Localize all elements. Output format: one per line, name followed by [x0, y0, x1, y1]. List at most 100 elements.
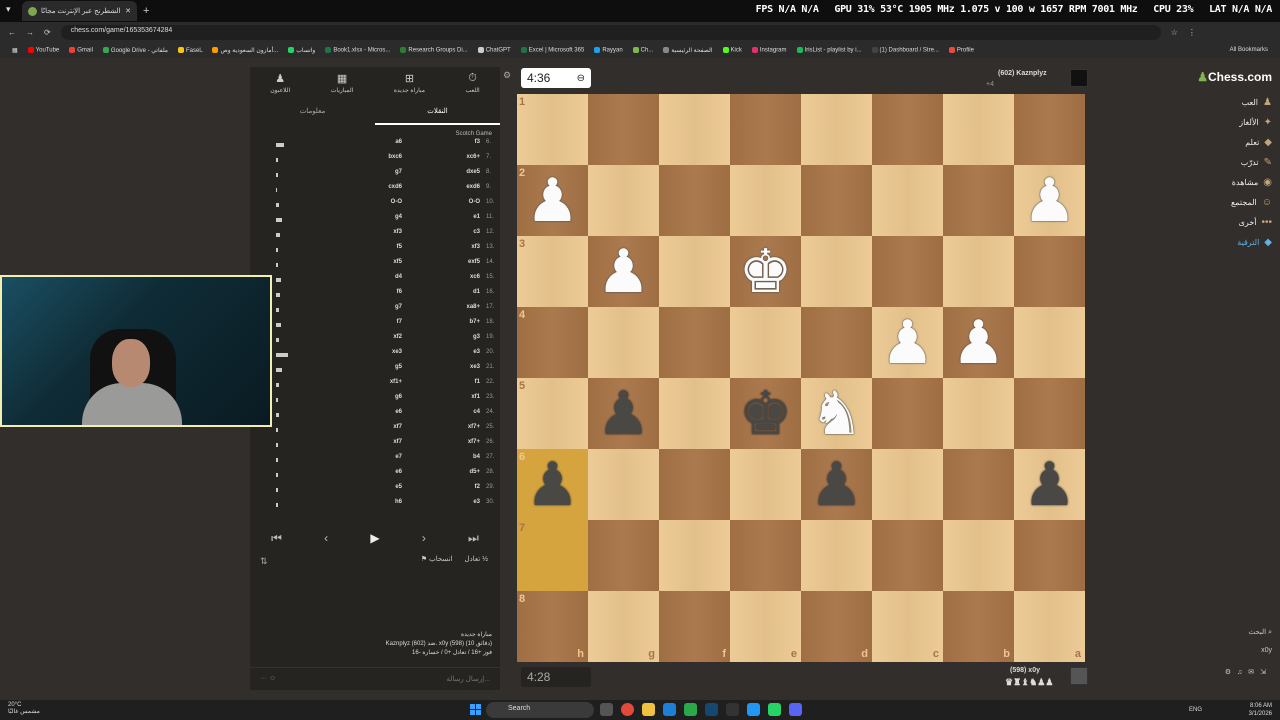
board-square[interactable]: 4 — [517, 307, 588, 378]
board-square[interactable] — [801, 165, 872, 236]
board-square[interactable] — [801, 520, 872, 591]
board-square[interactable]: ♟ — [1014, 449, 1085, 520]
white-move[interactable]: b7+ — [440, 319, 480, 325]
black-move[interactable]: f6 — [362, 289, 402, 295]
board-square[interactable]: ♟ — [943, 307, 1014, 378]
white-pawn-piece[interactable]: ♟ — [526, 171, 580, 231]
black-move[interactable]: e6 — [362, 409, 402, 415]
board-square[interactable] — [943, 94, 1014, 165]
board-square[interactable] — [943, 449, 1014, 520]
bookmark-item[interactable]: الصفحة الرئيسية — [663, 46, 713, 54]
board-square[interactable]: c — [872, 591, 943, 662]
black-king-piece[interactable]: ♚ — [739, 384, 793, 444]
board-square[interactable]: f — [659, 591, 730, 662]
board-square[interactable] — [1014, 520, 1085, 591]
board-square[interactable] — [943, 165, 1014, 236]
black-move[interactable]: e5 — [362, 484, 402, 490]
weather-widget[interactable]: 20°C مشمس غالبًا — [8, 702, 40, 716]
tab-moves[interactable]: النقلات — [375, 99, 500, 125]
board-square[interactable] — [588, 165, 659, 236]
white-move[interactable]: exf5 — [440, 259, 480, 265]
panel-tab-clock[interactable]: ⏱ اللعب — [465, 72, 479, 94]
tab-menu-icon[interactable]: ▾ — [6, 4, 11, 15]
black-pawn-piece[interactable]: ♟ — [597, 384, 651, 444]
star-icon[interactable]: ☆ — [1171, 28, 1178, 37]
black-move[interactable]: g7 — [362, 169, 402, 175]
black-move[interactable]: cxd6 — [362, 184, 402, 190]
board-square[interactable] — [730, 165, 801, 236]
white-pawn-piece[interactable]: ♟ — [952, 313, 1006, 373]
first-move-button[interactable]: ⏮ — [271, 531, 282, 546]
board-square[interactable] — [801, 236, 872, 307]
bookmark-item[interactable]: (1) Dashboard / Stre... — [871, 46, 939, 54]
board-square[interactable]: 3 — [517, 236, 588, 307]
discord-icon[interactable] — [789, 703, 802, 716]
opponent-name[interactable]: Kaznplyz — [1016, 70, 1046, 77]
board-square[interactable]: 7 — [517, 520, 588, 591]
whatsapp-icon[interactable] — [768, 703, 781, 716]
player-avatar[interactable] — [1070, 667, 1088, 685]
taskbar-search[interactable]: Search — [486, 702, 594, 718]
black-move[interactable]: f7 — [362, 319, 402, 325]
white-move[interactable]: xe3 — [440, 364, 480, 370]
white-move[interactable]: e3 — [440, 349, 480, 355]
nav-item[interactable]: مشاهدة ◉ — [1195, 172, 1280, 192]
board-square[interactable] — [588, 94, 659, 165]
board-square[interactable] — [659, 378, 730, 449]
white-move[interactable]: xa8+ — [440, 304, 480, 310]
board-square[interactable]: 2 ♟ — [517, 165, 588, 236]
panel-tab-grid[interactable]: ▦ المباريات — [331, 72, 354, 94]
black-move[interactable]: e6 — [362, 469, 402, 475]
store-icon[interactable] — [663, 703, 676, 716]
bookmark-item[interactable]: Ch... — [632, 46, 653, 54]
new-tab-icon[interactable]: + — [143, 5, 149, 17]
board-square[interactable] — [801, 94, 872, 165]
black-move[interactable]: O-O — [362, 199, 402, 205]
white-move[interactable]: e3 — [440, 499, 480, 505]
black-move[interactable]: g7 — [362, 304, 402, 310]
white-move[interactable]: O-O — [440, 199, 480, 205]
black-move[interactable]: d4 — [362, 274, 402, 280]
board-square[interactable] — [659, 236, 730, 307]
white-pawn-piece[interactable]: ♟ — [597, 242, 651, 302]
black-move[interactable]: xf7 — [362, 439, 402, 445]
bookmark-item[interactable]: Instagram — [751, 46, 787, 54]
black-move[interactable]: a6 — [362, 139, 402, 145]
bookmark-item[interactable]: Book1.xlsx - Micros... — [325, 46, 390, 54]
black-move[interactable]: xf5 — [362, 259, 402, 265]
board-square[interactable] — [943, 236, 1014, 307]
board-square[interactable]: ♟ — [588, 378, 659, 449]
black-move[interactable]: xf2 — [362, 334, 402, 340]
board-square[interactable] — [730, 307, 801, 378]
black-pawn-piece[interactable]: ♟ — [810, 455, 864, 515]
sidebar-utility-icons[interactable]: ⚙♫✉⇲ — [1195, 668, 1272, 676]
xbox-icon[interactable] — [684, 703, 697, 716]
reload-icon[interactable]: ⟳ — [44, 28, 51, 37]
windows-start-icon[interactable] — [470, 704, 481, 715]
extensions-icon[interactable]: ⋮ — [1188, 28, 1196, 37]
board-square[interactable]: 8h — [517, 591, 588, 662]
board-square[interactable] — [943, 520, 1014, 591]
black-move[interactable]: g6 — [362, 394, 402, 400]
board-square[interactable]: a — [1014, 591, 1085, 662]
white-move[interactable]: xc6+ — [440, 154, 480, 160]
board-square[interactable]: ♚ — [730, 378, 801, 449]
board-square[interactable] — [943, 378, 1014, 449]
telegram-icon[interactable] — [747, 703, 760, 716]
nav-item[interactable]: تعلم ◆ — [1195, 132, 1280, 152]
chat-options-icon[interactable]: ··· ☺ — [260, 675, 276, 682]
panel-tab-plus[interactable]: ⊞ مباراة جديدة — [394, 72, 425, 94]
bookmark-item[interactable]: Excel | Microsoft 365 — [520, 46, 584, 54]
board-square[interactable]: b — [943, 591, 1014, 662]
board-square[interactable] — [659, 94, 730, 165]
bookmark-item[interactable]: Gmail — [69, 46, 93, 54]
board-square[interactable] — [872, 165, 943, 236]
board-square[interactable]: ♚ — [730, 236, 801, 307]
browser-tab[interactable]: إلعب الشطرنج عبر الإنترنت مجانًا ✕ — [22, 1, 137, 21]
board-square[interactable]: ♟ — [1014, 165, 1085, 236]
black-move[interactable]: xe3 — [362, 349, 402, 355]
sidebar-search[interactable]: البحث ⌕ — [1195, 628, 1272, 637]
black-pawn-piece[interactable]: ♟ — [526, 455, 580, 515]
chess-logo[interactable]: ♟Chess.com — [1195, 70, 1280, 84]
back-icon[interactable]: ← — [8, 28, 16, 37]
